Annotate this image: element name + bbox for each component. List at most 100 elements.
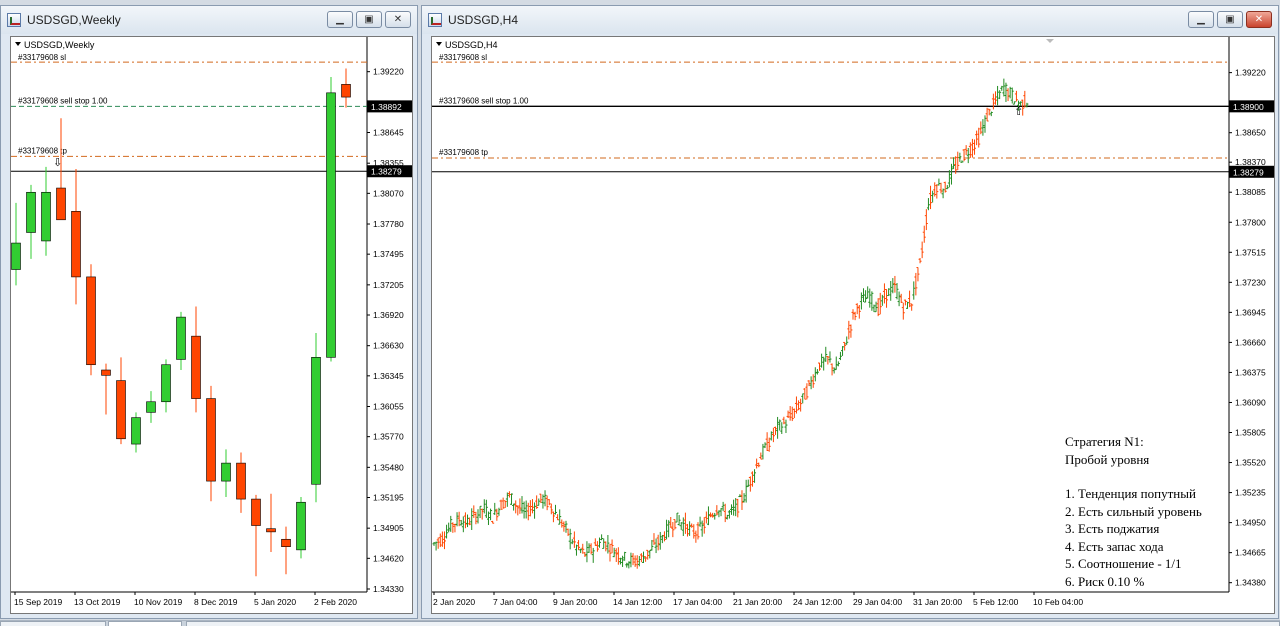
h4-title-bar[interactable]: USDSGD,H4 ▁ ▣ ✕ (422, 6, 1278, 34)
price-tick-label: 1.34905 (373, 523, 404, 533)
candle-body (41, 191, 51, 242)
time-tick-label: 29 Jan 04:00 (853, 597, 902, 607)
stop-loss-label: #33179608 sl (18, 53, 66, 62)
window-tab[interactable] (0, 621, 106, 626)
strategy-item: 4. Есть запас хода (1065, 538, 1164, 554)
price-tick-label: 1.36630 (373, 341, 404, 351)
price-tick-label: 1.36920 (373, 310, 404, 320)
candle-body (341, 84, 351, 98)
price-tick-label: 1.39220 (373, 67, 404, 77)
weekly-title-bar[interactable]: USDSGD,Weekly ▁ ▣ ✕ (1, 6, 417, 34)
strategy-note: Стратегия N1: Пробой уровня 1. Тенденция… (1065, 433, 1202, 590)
strategy-item: 2. Есть сильный уровень (1065, 503, 1202, 519)
price-tick-label: 1.35520 (1235, 458, 1266, 468)
strategy-item: 3. Есть поджатия (1065, 521, 1160, 536)
price-tick-label: 1.36090 (1235, 397, 1266, 407)
weekly-chart-window[interactable]: USDSGD,Weekly ▁ ▣ ✕ USDSGD,Weekly 1.39220… (0, 5, 418, 619)
candle-body (146, 401, 156, 413)
candle-body (236, 462, 246, 500)
price-tick-label: 1.35805 (1235, 428, 1266, 438)
chart-window-icon (7, 13, 21, 27)
strategy-item: 6. Риск 0.10 % (1065, 573, 1145, 589)
price-tick-label: 1.34665 (1235, 548, 1266, 558)
sell-stop-price-label: 1.38900 (1233, 102, 1264, 112)
time-tick-label: 9 Jan 20:00 (553, 597, 598, 607)
candle-body (26, 191, 36, 233)
price-tick-label: 1.38085 (1235, 187, 1266, 197)
window-tab[interactable] (108, 621, 182, 626)
last-price-tag-label: 1.38279 (1233, 167, 1264, 177)
time-tick-label: 5 Jan 2020 (254, 597, 296, 607)
candle-body (296, 501, 306, 551)
candle-body (176, 316, 186, 360)
time-tick-label: 2 Feb 2020 (314, 597, 357, 607)
price-tick-label: 1.35480 (373, 462, 404, 472)
dropdown-triangle-icon (15, 42, 21, 46)
candle-body (71, 211, 81, 278)
candle-body (116, 380, 126, 440)
candle-body (56, 187, 66, 221)
sell-stop-label: #33179608 sell stop 1.00 (439, 96, 529, 105)
minimize-button[interactable]: ▁ (1188, 11, 1214, 28)
strategy-item: 1. Тенденция попутный (1065, 486, 1196, 501)
time-tick-label: 21 Jan 20:00 (733, 597, 782, 607)
time-tick-label: 24 Jan 12:00 (793, 597, 842, 607)
price-tick-label: 1.36660 (1235, 337, 1266, 347)
candle-body (266, 528, 276, 533)
time-tick-label: 15 Sep 2019 (14, 597, 62, 607)
price-tick-label: 1.36375 (1235, 367, 1266, 377)
candle-body (251, 498, 261, 526)
maximize-button[interactable]: ▣ (356, 11, 382, 28)
symbol-label: USDSGD,H4 (445, 40, 498, 50)
price-tick-label: 1.39220 (1235, 68, 1266, 78)
time-tick-label: 17 Jan 04:00 (673, 597, 722, 607)
h4-chart-area[interactable]: USDSGD,H4 1.39220 1.38650 1.38370 1.38085 1.3… (431, 36, 1275, 614)
price-tick-label: 1.38645 (373, 128, 404, 138)
h4-window-title: USDSGD,H4 (448, 13, 519, 27)
candle-body (86, 276, 96, 366)
sell-stop-price-label: 1.38892 (371, 102, 402, 112)
window-tab[interactable] (186, 621, 1280, 626)
time-tick-label: 31 Jan 20:00 (913, 597, 962, 607)
maximize-button[interactable]: ▣ (1217, 11, 1243, 28)
candle-body (191, 335, 201, 399)
sell-stop-label: #33179608 sell stop 1.00 (18, 96, 108, 105)
price-tick-label: 1.34330 (373, 584, 404, 594)
price-tick-label: 1.37495 (373, 249, 404, 259)
last-price-tag-label: 1.38279 (371, 167, 402, 177)
price-tick-label: 1.36945 (1235, 307, 1266, 317)
chart-window-icon (428, 13, 442, 27)
price-tick-label: 1.34380 (1235, 578, 1266, 588)
price-tick-label: 1.37780 (373, 219, 404, 229)
price-tick-label: 1.35235 (1235, 488, 1266, 498)
weekly-candlestick-chart[interactable]: USDSGD,Weekly1.392201.386451.383551.3807… (11, 37, 412, 613)
price-tick-label: 1.37515 (1235, 247, 1266, 257)
sell-arrow-icon: ⇩ (53, 156, 62, 169)
time-tick-label: 13 Oct 2019 (74, 597, 121, 607)
symbol-label: USDSGD,Weekly (24, 40, 95, 50)
price-tick-label: 1.37205 (373, 280, 404, 290)
price-tick-label: 1.35195 (373, 492, 404, 502)
minimize-button[interactable]: ▁ (327, 11, 353, 28)
h4-chart-window[interactable]: USDSGD,H4 ▁ ▣ ✕ USDSGD,H4 1.39220 1.38650 1… (421, 5, 1279, 619)
price-tick-label: 1.37800 (1235, 217, 1266, 227)
candle-body (11, 242, 21, 270)
weekly-chart-area[interactable]: USDSGD,Weekly 1.39220 1.38645 1.38355 1.3807… (10, 36, 413, 614)
weekly-window-title: USDSGD,Weekly (27, 13, 121, 27)
candle-body (221, 462, 231, 482)
candle-body (281, 538, 291, 547)
take-profit-label: #33179608 tp (18, 146, 67, 155)
strategy-subtitle: Пробой уровня (1065, 451, 1150, 467)
close-button[interactable]: ✕ (1246, 11, 1272, 28)
price-tick-label: 1.35770 (373, 432, 404, 442)
time-tick-label: 5 Feb 12:00 (973, 597, 1019, 607)
price-tick-label: 1.34950 (1235, 518, 1266, 528)
time-tick-label: 10 Feb 04:00 (1033, 597, 1083, 607)
stop-loss-label: #33179608 sl (439, 53, 487, 62)
candle-body (326, 92, 336, 358)
price-tick-label: 1.37230 (1235, 277, 1266, 287)
close-button[interactable]: ✕ (385, 11, 411, 28)
price-tick-label: 1.38650 (1235, 128, 1266, 138)
candle-body (101, 369, 111, 376)
time-tick-label: 14 Jan 12:00 (613, 597, 662, 607)
